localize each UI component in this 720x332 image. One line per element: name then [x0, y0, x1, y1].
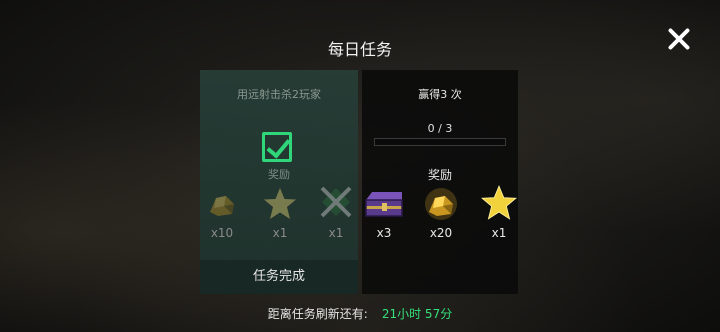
- star-icon: [480, 184, 518, 222]
- reward-item: x1: [257, 186, 303, 240]
- gold-ore-icon: [204, 186, 240, 222]
- purple-chest-icon: [362, 186, 406, 222]
- checkmark-icon: [262, 132, 292, 162]
- progress-text: 0 / 3: [427, 122, 453, 135]
- reward-qty: x3: [376, 226, 392, 240]
- reward-item: x3: [361, 186, 407, 240]
- active-task-card: 赢得3 次 0 / 3 奖励: [362, 70, 518, 294]
- crossed-rifles-icon: [316, 182, 356, 222]
- reward-qty: x1: [491, 226, 507, 240]
- task-complete-status: 任务完成: [200, 260, 358, 294]
- reward-item: x20: [418, 186, 464, 240]
- task-goal: 赢得3 次: [418, 88, 462, 101]
- reward-label: 奖励: [268, 168, 290, 181]
- refresh-timer: 距离任务刷新还有: 21小时 57分: [0, 305, 720, 322]
- close-icon[interactable]: [664, 24, 694, 54]
- refresh-time: 21小时 57分: [381, 307, 453, 321]
- page-title: 每日任务: [327, 40, 392, 59]
- task-description: 用远射击杀2玩家: [237, 88, 321, 101]
- reward-item: x1: [313, 182, 359, 240]
- reward-item: x1: [476, 184, 522, 240]
- reward-qty: x1: [328, 226, 344, 240]
- star-icon: [262, 186, 298, 222]
- gold-ore-icon: [423, 186, 459, 222]
- reward-item: x10: [199, 186, 245, 240]
- progress-bar: [374, 138, 506, 146]
- reward-label: 奖励: [427, 168, 452, 182]
- reward-qty: x1: [272, 226, 288, 240]
- refresh-label: 距离任务刷新还有:: [267, 307, 368, 321]
- reward-qty: x10: [210, 226, 234, 240]
- reward-qty: x20: [429, 226, 453, 240]
